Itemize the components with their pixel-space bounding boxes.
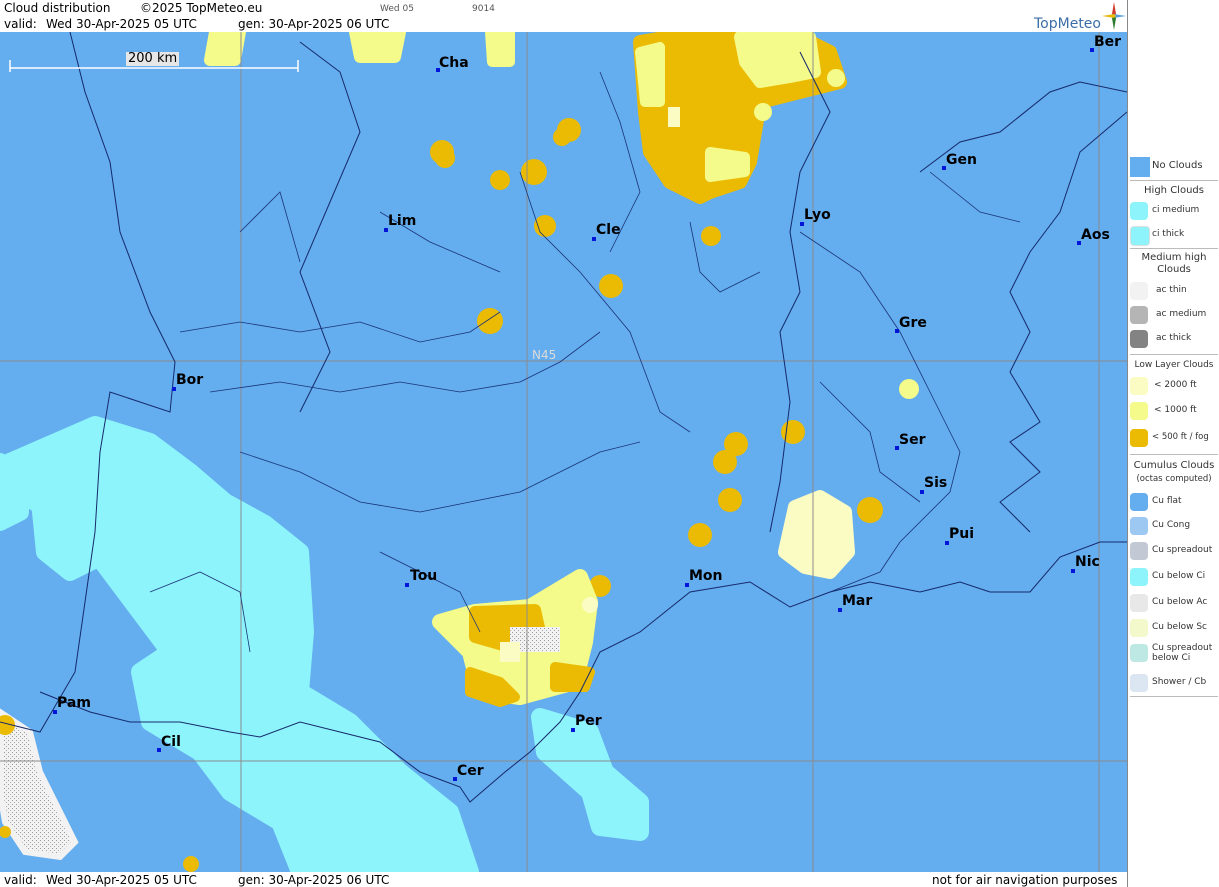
legend-panel: No Clouds High Clouds ci medium ci thick… xyxy=(1127,0,1219,887)
brand-logo-text: TopMeteo xyxy=(1034,16,1101,32)
valid-time: Wed 30-Apr-2025 05 UTC xyxy=(46,17,197,31)
legend-heading-medium: Medium high Clouds xyxy=(1141,252,1207,275)
city-label-pui: Pui xyxy=(949,526,975,542)
legend-label: Cu flat xyxy=(1152,496,1182,506)
latitude-label: N45 xyxy=(532,348,557,362)
no-clouds-swatch xyxy=(1130,157,1150,177)
legend-cu-flat: Cu flat xyxy=(1128,491,1219,513)
legend-label: ac thin xyxy=(1156,285,1187,295)
city-label-aos: Aos xyxy=(1081,227,1110,243)
city-label-gre: Gre xyxy=(899,315,927,331)
cu-below-sc-swatch xyxy=(1130,619,1148,637)
valid-label: valid: xyxy=(4,17,37,31)
ac-medium-swatch xyxy=(1130,306,1148,324)
legend-label: Cu below Ac xyxy=(1152,597,1208,607)
city-label-pam: Pam xyxy=(57,695,91,711)
legend-lt-500: < 500 ft / fog xyxy=(1128,427,1219,449)
cu-cong-swatch xyxy=(1130,517,1148,535)
city-label-bor: Bor xyxy=(176,372,204,388)
legend-label: Cu below Sc xyxy=(1152,622,1207,632)
ci-medium-swatch xyxy=(1130,202,1148,220)
cu-flat-swatch xyxy=(1130,493,1148,511)
fog-near-marseille xyxy=(778,490,855,579)
legend-octas-note: (octas computed) xyxy=(1136,474,1212,484)
generated-time: gen: 30-Apr-2025 06 UTC xyxy=(238,17,390,31)
city-label-lyo: Lyo xyxy=(804,207,831,223)
compass-logo-icon xyxy=(1102,2,1126,30)
legend-label: Cu below Ci xyxy=(1152,571,1206,581)
legend-label: < 1000 ft xyxy=(1154,405,1197,415)
footer-valid-time: Wed 30-Apr-2025 05 UTC xyxy=(46,873,197,887)
legend-heading-low: Low Layer Clouds xyxy=(1134,360,1214,370)
legend-lt-1000: < 1000 ft xyxy=(1128,400,1219,422)
cu-below-ac-swatch xyxy=(1130,594,1148,612)
city-label-mon: Mon xyxy=(689,568,723,584)
legend-label: ac thick xyxy=(1156,333,1192,343)
cu-spreadout-swatch xyxy=(1130,542,1148,560)
legend-label: ci medium xyxy=(1152,205,1200,215)
cloud-map[interactable]: 200 km N45 Cha Ber Gen Lim Cle Lyo Aos G… xyxy=(0,32,1127,872)
legend-cu-cong: Cu Cong xyxy=(1128,515,1219,537)
copyright: ©2025 TopMeteo.eu xyxy=(140,1,263,15)
ci-thick-swatch xyxy=(1130,226,1150,246)
city-label-per: Per xyxy=(575,713,602,729)
city-label-mar: Mar xyxy=(842,593,873,609)
legend-cu-below-ci: Cu below Ci xyxy=(1128,566,1219,588)
footer-generated-time: gen: 30-Apr-2025 06 UTC xyxy=(238,873,390,887)
legend-ac-thin: ac thin xyxy=(1128,280,1219,302)
shower-swatch xyxy=(1130,674,1148,692)
legend-cu-below-sc: Cu below Sc xyxy=(1128,617,1219,639)
lt-2000-swatch xyxy=(1130,377,1148,395)
legend-no-clouds: No Clouds xyxy=(1128,155,1219,177)
city-label-ber: Ber xyxy=(1094,34,1122,50)
legend-cu-spreadout: Cu spreadout xyxy=(1128,540,1219,562)
forecast-day: Wed 05 xyxy=(380,4,414,14)
lt-500-swatch xyxy=(1130,429,1148,447)
legend-lt-2000: < 2000 ft xyxy=(1128,375,1219,397)
cu-below-ac-region xyxy=(0,708,79,861)
legend-ci-medium: ci medium xyxy=(1128,200,1219,222)
legend-heading-high: High Clouds xyxy=(1144,185,1204,196)
legend-label: Shower / Cb xyxy=(1152,677,1207,687)
legend-ci-thick: ci thick xyxy=(1128,224,1219,246)
city-label-cha: Cha xyxy=(439,55,469,71)
city-label-cle: Cle xyxy=(596,222,621,238)
legend-label: Cu Cong xyxy=(1152,520,1191,530)
legend-cu-below-ac: Cu below Ac xyxy=(1128,592,1219,614)
footer-valid-label: valid: xyxy=(4,873,37,887)
legend-label: < 2000 ft xyxy=(1154,380,1197,390)
ac-thin-swatch xyxy=(1130,282,1148,300)
legend-label: ci thick xyxy=(1152,229,1185,239)
map-title: Cloud distribution xyxy=(4,1,111,15)
forecast-id: 9014 xyxy=(472,4,495,14)
low-cloud-region-north xyxy=(633,32,847,204)
scale-label: 200 km xyxy=(126,51,180,66)
city-label-nic: Nic xyxy=(1075,554,1100,570)
legend-cu-spreadout-below-ci: Cu spreadout below Ci xyxy=(1128,642,1219,670)
cu-below-ci-swatch xyxy=(1130,568,1148,586)
city-dot xyxy=(405,583,409,587)
city-label-sis: Sis xyxy=(924,475,948,491)
city-label-gen: Gen xyxy=(946,152,977,168)
legend-label: No Clouds xyxy=(1152,160,1203,171)
legend-ac-medium: ac medium xyxy=(1128,304,1219,326)
ac-thick-swatch xyxy=(1130,330,1148,348)
legend-label: ac medium xyxy=(1156,309,1207,319)
low-cloud-region-south xyxy=(432,569,598,707)
legend-shower: Shower / Cb xyxy=(1128,672,1219,694)
cu-spreadout-below-ci-swatch xyxy=(1130,644,1148,662)
legend-label: Cu spreadout xyxy=(1152,545,1213,555)
legend-ac-thick: ac thick xyxy=(1128,328,1219,350)
city-label-cer: Cer xyxy=(457,763,484,779)
city-label-cil: Cil xyxy=(161,734,181,750)
legend-label: < 500 ft / fog xyxy=(1152,432,1209,442)
city-label-tou: Tou xyxy=(410,568,438,584)
legend-label: Cu spreadout below Ci xyxy=(1152,643,1213,663)
city-label-ser: Ser xyxy=(899,432,926,448)
legend-heading-cumulus: Cumulus Clouds xyxy=(1133,460,1215,471)
lt-1000-swatch xyxy=(1130,402,1148,420)
disclaimer: not for air navigation purposes xyxy=(932,873,1118,887)
city-label-lim: Lim xyxy=(388,213,417,229)
